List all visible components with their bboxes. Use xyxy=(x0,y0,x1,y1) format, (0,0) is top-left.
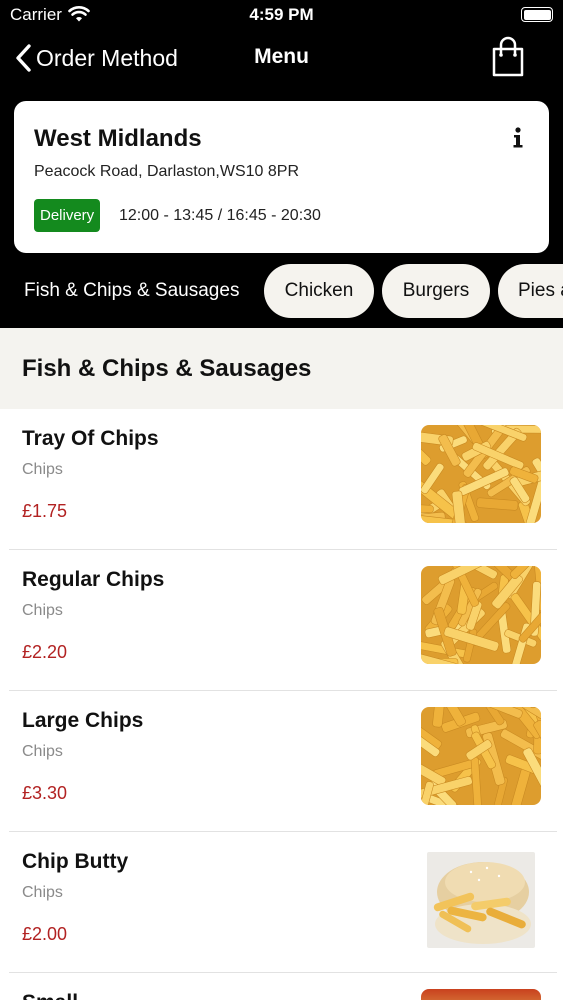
clock: 4:59 PM xyxy=(249,5,314,24)
item-price: £2.20 xyxy=(22,642,68,662)
cart-button[interactable] xyxy=(491,36,525,83)
item-name: Small xyxy=(22,991,78,1000)
category-fish-chips-sausages[interactable]: Fish & Chips & Sausages xyxy=(24,264,239,318)
store-region: West Midlands xyxy=(34,125,202,152)
store-info-card: West Midlands Peacock Road, Darlaston,WS… xyxy=(14,101,549,253)
item-category: Chips xyxy=(22,884,63,901)
status-bar: Carrier 4:59 PM xyxy=(0,0,563,30)
info-icon[interactable] xyxy=(511,127,525,149)
chips-photo xyxy=(421,566,541,664)
item-name: Regular Chips xyxy=(22,568,165,591)
item-name: Tray Of Chips xyxy=(22,427,159,450)
section-title: Fish & Chips & Sausages xyxy=(0,328,563,409)
category-chicken[interactable]: Chicken xyxy=(264,264,374,318)
delivery-badge: Delivery xyxy=(34,199,101,232)
category-bar: Fish & Chips & Sausages Chicken Burgers … xyxy=(0,262,563,328)
chevron-left-icon xyxy=(16,44,31,72)
menu-item-large-chips[interactable]: Large Chips Chips £3.30 xyxy=(9,691,557,832)
category-burgers[interactable]: Burgers xyxy=(382,264,490,318)
menu-item-regular-chips[interactable]: Regular Chips Chips £2.20 xyxy=(9,550,557,691)
item-category: Chips xyxy=(22,461,63,478)
item-price: £1.75 xyxy=(22,501,68,521)
back-button[interactable]: Order Method xyxy=(14,40,178,76)
menu-item-small[interactable]: Small xyxy=(9,973,557,1000)
item-name: Large Chips xyxy=(22,709,144,732)
opening-hours: 12:00 - 13:45 / 16:45 - 20:30 xyxy=(119,207,321,224)
item-price: £3.30 xyxy=(22,783,68,803)
menu-item-tray-of-chips[interactable]: Tray Of Chips Chips £1.75 xyxy=(9,409,557,550)
store-address: Peacock Road, Darlaston,WS10 8PR xyxy=(34,163,300,180)
item-category: Chips xyxy=(22,602,63,619)
back-button-label: Order Method xyxy=(36,44,178,71)
category-pies[interactable]: Pies a xyxy=(498,264,563,318)
chip-butty-photo xyxy=(427,852,535,948)
menu-list: Fish & Chips & Sausages Tray Of Chips Ch… xyxy=(0,328,563,1000)
chips-photo xyxy=(421,425,541,523)
shopping-bag-icon xyxy=(492,36,524,77)
item-category: Chips xyxy=(22,743,63,760)
item-name: Chip Butty xyxy=(22,850,129,873)
navigation-bar: Order Method Menu xyxy=(0,30,563,90)
food-photo xyxy=(421,989,541,1000)
menu-item-chip-butty[interactable]: Chip Butty Chips £2.00 xyxy=(9,832,557,973)
item-price: £2.00 xyxy=(22,924,68,944)
chips-photo xyxy=(421,707,541,805)
battery-icon xyxy=(521,7,553,22)
